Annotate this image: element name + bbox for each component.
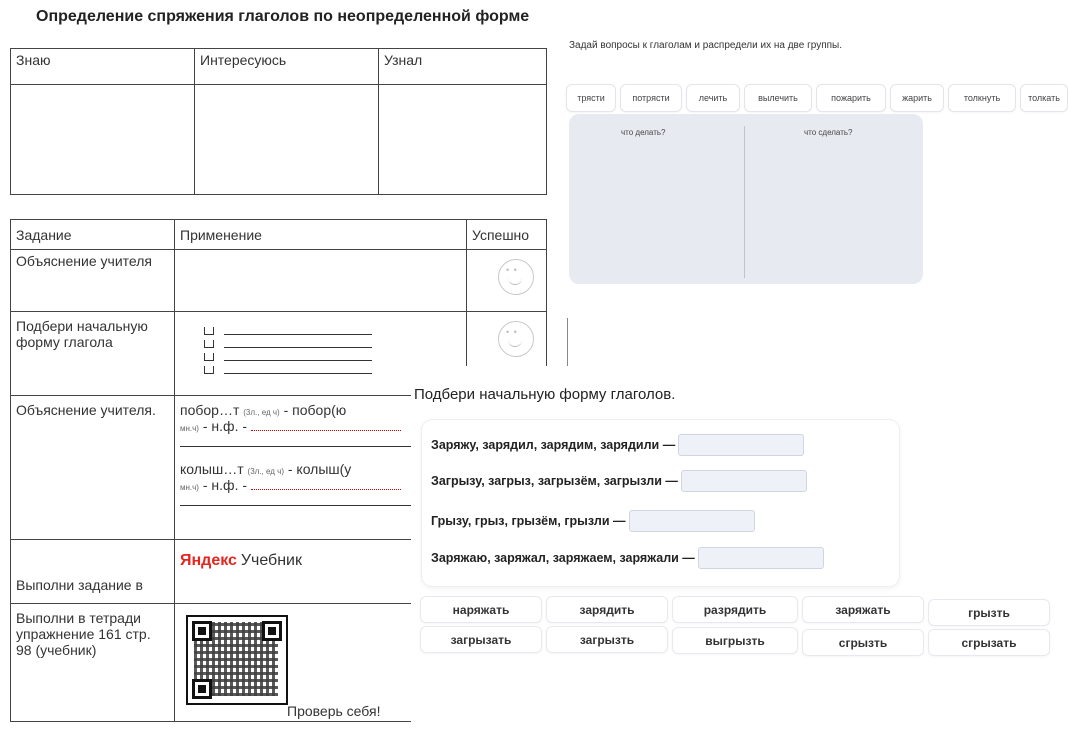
- answer-line[interactable]: [224, 363, 372, 374]
- verb-chip[interactable]: толкать: [1021, 85, 1067, 111]
- smiley-icon[interactable]: [498, 259, 534, 295]
- answer-line[interactable]: [224, 350, 372, 361]
- answer-chip[interactable]: грызть: [929, 600, 1049, 625]
- answer-line[interactable]: [250, 418, 401, 431]
- verb-chip[interactable]: жарить: [891, 85, 943, 111]
- column-what-to-do: что делать?: [621, 128, 666, 137]
- task-teacher-explanation-2: Объяснение учителя.: [10, 395, 175, 540]
- check-yourself-label: Проверь себя!: [287, 703, 381, 719]
- forms-instruction: Подбери начальную форму глаголов.: [414, 386, 676, 403]
- answer-chip[interactable]: наряжать: [421, 597, 541, 622]
- sort-verbs-panel: Задай вопросы к глаголам и распредели их…: [557, 22, 1068, 312]
- answer-chip[interactable]: сгрызать: [929, 630, 1049, 655]
- answer-chip[interactable]: зарядить: [547, 597, 667, 622]
- divider: [567, 318, 568, 366]
- column-what-to-have-done: что сделать?: [804, 128, 853, 137]
- sort-instruction: Задай вопросы к глаголам и распредели их…: [569, 40, 842, 51]
- smiley-icon[interactable]: [498, 321, 534, 357]
- verb-chip[interactable]: толкнуть: [949, 85, 1015, 111]
- textbook-label[interactable]: Учебник: [241, 552, 302, 569]
- task-do-in-yandex: Выполни задание в: [10, 539, 175, 604]
- header-interested: Интересуюсь: [194, 48, 379, 85]
- answer-chip[interactable]: разрядить: [673, 597, 797, 622]
- header-task: Задание: [10, 219, 175, 250]
- drop-area[interactable]: что делать? что сделать?: [569, 114, 923, 284]
- answer-chip[interactable]: заряжать: [803, 597, 923, 622]
- checkbox-icon[interactable]: [204, 340, 214, 348]
- questions-card: Заряжу, зарядил, зарядим, зарядили — Заг…: [422, 420, 899, 586]
- verb-chip[interactable]: пожарить: [817, 85, 885, 111]
- answer-chip[interactable]: сгрызть: [803, 630, 923, 655]
- checkbox-icon[interactable]: [204, 366, 214, 374]
- task-find-initial-form: Подбери начальную форму глагола: [10, 311, 175, 396]
- checkbox-icon[interactable]: [204, 353, 214, 361]
- header-success: Успешно: [466, 219, 547, 250]
- question-row: Грызу, грыз, грызём, грызли —: [431, 509, 755, 533]
- kwl-table: Знаю Интересуюсь Узнал: [10, 48, 547, 195]
- header-application: Применение: [174, 219, 467, 250]
- answer-chip[interactable]: загрызть: [547, 627, 667, 652]
- verb-chip[interactable]: потрясти: [621, 85, 681, 111]
- answer-line[interactable]: [224, 324, 372, 335]
- checkbox-icon[interactable]: [204, 327, 214, 335]
- task-exercise: Выполни в тетради упражнение 161 стр. 98…: [10, 603, 175, 722]
- check-row: [204, 348, 461, 361]
- answer-chip[interactable]: выгрызть: [673, 628, 797, 653]
- header-know: Знаю: [10, 48, 195, 85]
- cell-interested[interactable]: [194, 84, 379, 195]
- verb-chip[interactable]: трясти: [567, 85, 615, 111]
- cell-learned[interactable]: [378, 84, 547, 195]
- header-learned: Узнал: [378, 48, 547, 85]
- question-row: Заряжаю, заряжал, заряжаем, заряжали —: [431, 546, 824, 570]
- check-row: [204, 335, 461, 348]
- answer-line[interactable]: [250, 477, 401, 490]
- answer-slot[interactable]: [628, 510, 755, 532]
- document-title: Определение спряжения глаголов по неопре…: [36, 8, 530, 25]
- answer-chip[interactable]: загрызать: [421, 627, 541, 652]
- qr-code-icon[interactable]: [186, 615, 288, 705]
- check-row: [204, 322, 461, 335]
- question-row: Заряжу, зарядил, зарядим, зарядили —: [431, 433, 805, 457]
- task-teacher-explanation: Объяснение учителя: [10, 249, 175, 312]
- column-divider: [744, 126, 745, 278]
- initial-form-panel: Подбери начальную форму глаголов. Заряжу…: [411, 366, 1068, 738]
- verb-chip[interactable]: вылечить: [745, 85, 811, 111]
- cell-know[interactable]: [10, 84, 195, 195]
- question-row: Загрызу, загрыз, загрызём, загрызли —: [431, 469, 807, 493]
- application-cell-1: [174, 249, 467, 312]
- answer-slot[interactable]: [678, 434, 805, 456]
- answer-line[interactable]: [224, 337, 372, 348]
- answer-slot[interactable]: [680, 470, 807, 492]
- yandex-logo[interactable]: Яндекс: [180, 552, 237, 569]
- verb-chip[interactable]: лечить: [687, 85, 739, 111]
- answer-slot[interactable]: [697, 547, 824, 569]
